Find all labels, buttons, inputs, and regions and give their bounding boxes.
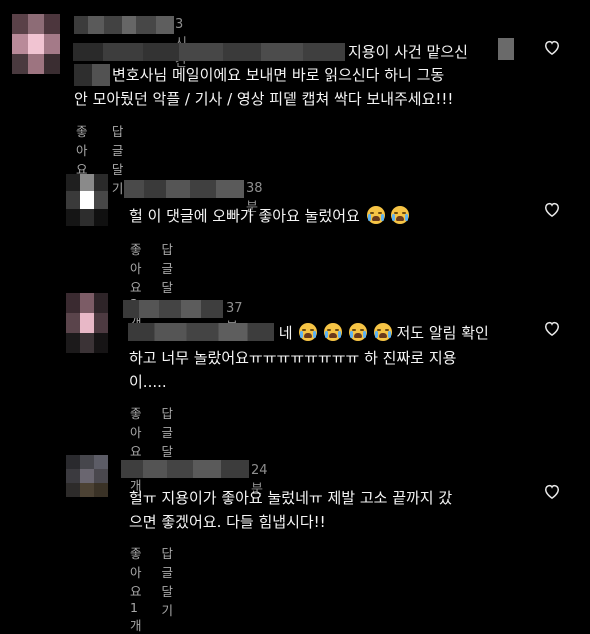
avatar[interactable] <box>66 174 108 226</box>
comment-text-line: 헐 이 댓글에 오빠가 좋아요 눌렀어요 <box>129 203 410 229</box>
redacted-text <box>498 38 514 60</box>
username-redacted[interactable] <box>121 460 249 478</box>
reply-button[interactable]: 답글 달기 <box>112 121 124 212</box>
username-redacted[interactable] <box>123 300 223 318</box>
loudly-crying-face-icon <box>324 323 343 341</box>
comment-text-line: 헐ㅠ 지용이가 좋아요 눌렀네ㅠ 제발 고소 끝까지 갔 <box>129 489 453 507</box>
username-redacted[interactable] <box>124 180 244 198</box>
loudly-crying-face-icon <box>366 206 385 224</box>
reply-button[interactable]: 답글 달기 <box>162 543 174 634</box>
heart-outline-icon[interactable] <box>542 199 562 219</box>
comment-text: 저도 알림 확인 <box>396 324 489 342</box>
comment-actions: 좋아요 7개 답글 달기 <box>130 403 173 494</box>
redacted-text <box>74 64 110 86</box>
comment-actions: 좋아요 1개 답글 달기 <box>130 543 173 634</box>
loudly-crying-face-icon <box>373 323 392 341</box>
comment-text: 네 <box>278 324 293 342</box>
heart-outline-icon[interactable] <box>542 37 562 57</box>
comment-text-line: 하고 너무 놀랐어요ㅠㅠㅠㅠㅠㅠㅠㅠ 하 진짜로 지용 <box>129 349 457 367</box>
comment-text-line: 안 모아뒀던 악플 / 기사 / 영상 피뎉 캡쳐 싹다 보내주세요!!! <box>74 90 454 108</box>
reply-button[interactable]: 답글 달기 <box>162 403 174 494</box>
comment-text-line: 이..... <box>129 373 167 391</box>
avatar[interactable] <box>12 14 60 74</box>
avatar[interactable] <box>66 293 108 353</box>
avatar[interactable] <box>66 455 108 497</box>
heart-outline-icon[interactable] <box>542 318 562 338</box>
loudly-crying-face-icon <box>348 323 367 341</box>
loudly-crying-face-icon <box>299 323 318 341</box>
redacted-text <box>128 323 274 341</box>
loudly-crying-face-icon <box>391 206 410 224</box>
redacted-text <box>73 43 345 61</box>
comment-text-line: 네 저도 알림 확인 <box>128 320 489 346</box>
heart-outline-icon[interactable] <box>542 481 562 501</box>
comment-text-line: 변호사님 메일이에요 보내면 바로 읽으신다 하니 그동 <box>112 66 445 84</box>
likes-count[interactable]: 좋아요 1개 <box>130 543 142 634</box>
likes-count[interactable]: 좋아요 7개 <box>130 403 142 494</box>
comment-text-line: 으면 좋겠어요. 다들 힘냅시다!! <box>129 513 326 531</box>
comment-text: 헐 이 댓글에 오빠가 좋아요 눌렀어요 <box>129 207 360 225</box>
username-redacted[interactable] <box>74 16 174 34</box>
